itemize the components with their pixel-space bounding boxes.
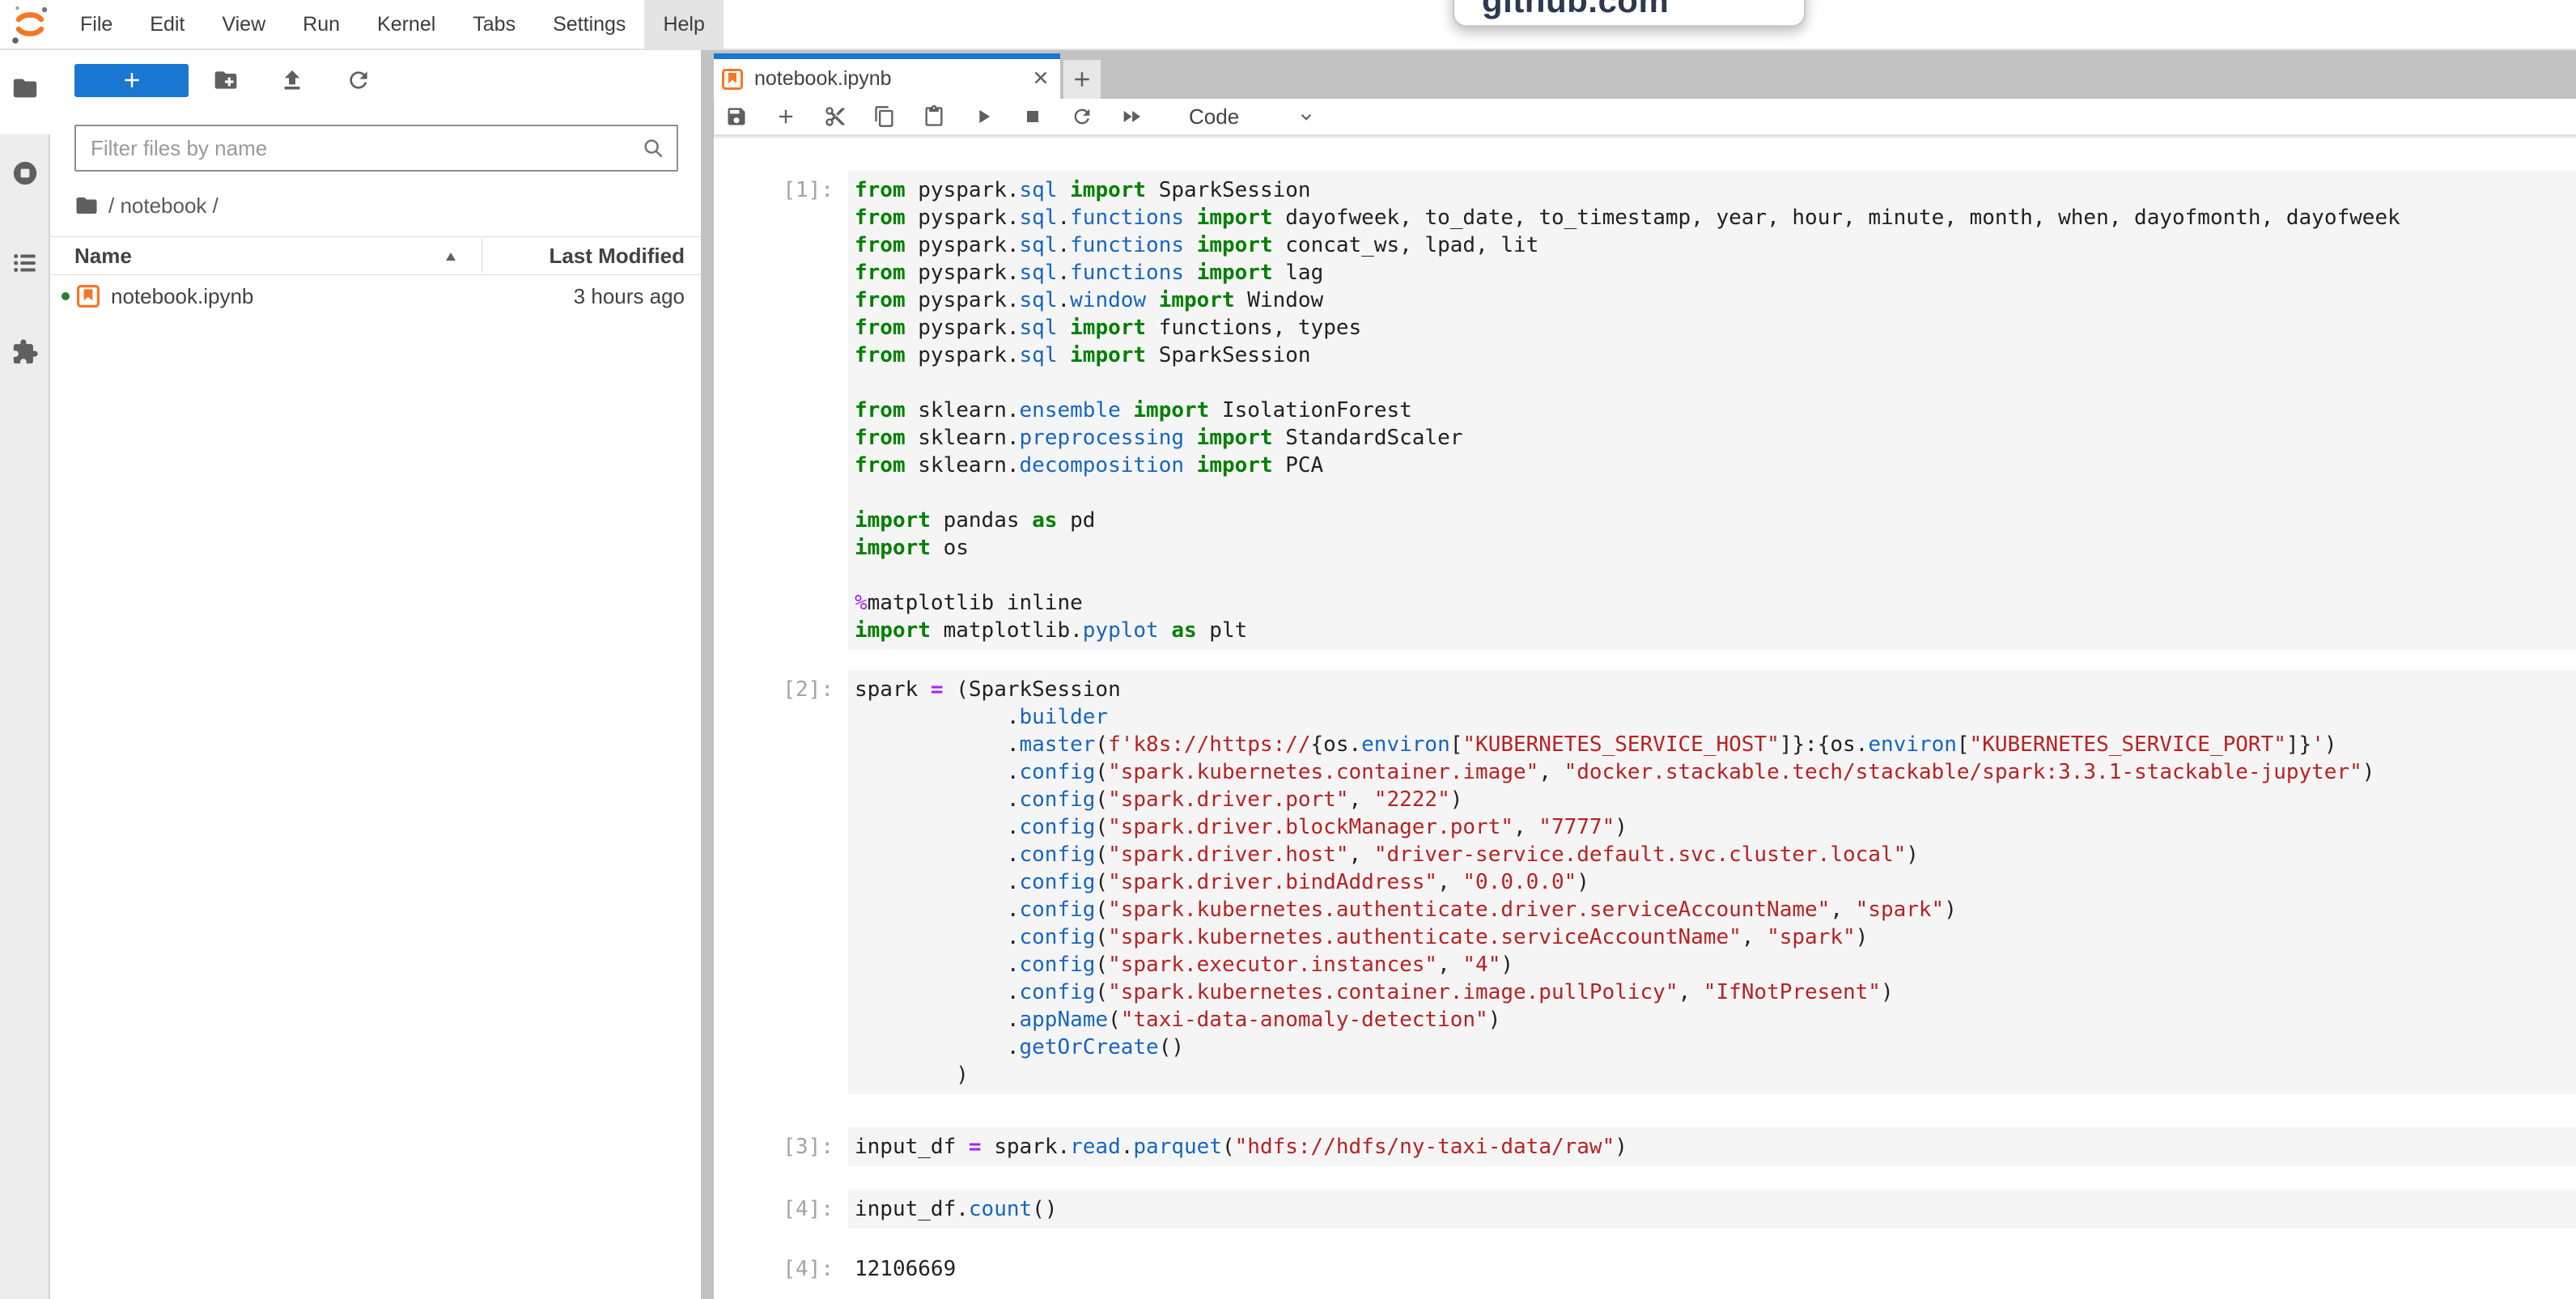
copy-icon xyxy=(873,105,896,128)
menu-item-file[interactable]: File xyxy=(62,0,131,49)
chevron-down-icon xyxy=(1296,106,1317,127)
cell-editor[interactable]: from pyspark.sql import SparkSession fro… xyxy=(848,171,2576,650)
notebook-panel: Code [1]:from pyspark.sql import SparkSe… xyxy=(714,99,2576,1299)
restart-run-all-button[interactable] xyxy=(1115,100,1148,133)
clipboard-icon xyxy=(923,105,945,128)
activity-sidebar xyxy=(0,50,50,1299)
menu-item-kernel[interactable]: Kernel xyxy=(359,0,454,49)
menu-item-run[interactable]: Run xyxy=(284,0,359,49)
file-name: notebook.ipynb xyxy=(111,284,253,309)
code-cell: [2]:spark = (SparkSession .builder .mast… xyxy=(714,670,2576,1094)
paste-cells-button[interactable] xyxy=(918,100,950,133)
menu-item-view[interactable]: View xyxy=(203,0,284,49)
search-icon xyxy=(641,136,665,160)
interrupt-kernel-button[interactable] xyxy=(1016,100,1049,133)
code-cell: [3]:input_df = spark.read.parquet("hdfs:… xyxy=(714,1127,2576,1166)
breadcrumb[interactable]: / notebook / xyxy=(74,191,701,220)
tab-notebook[interactable]: notebook.ipynb xyxy=(714,53,1060,99)
notebook-file-icon xyxy=(77,285,100,308)
stop-icon xyxy=(1021,105,1044,128)
cell-editor[interactable]: input_df.count() xyxy=(848,1190,2576,1229)
input-prompt: [2]: xyxy=(714,670,848,1094)
run-icon xyxy=(972,105,995,128)
code-cell: [1]:from pyspark.sql import SparkSession… xyxy=(714,171,2576,650)
menu-item-edit[interactable]: Edit xyxy=(131,0,203,49)
file-row-notebook[interactable]: notebook.ipynb 3 hours ago xyxy=(50,275,701,317)
new-tab-button[interactable] xyxy=(1063,60,1101,99)
jupyterlab-window: FileEditViewRunKernelTabsSettingsHelp gi… xyxy=(0,0,2576,1299)
filter-box xyxy=(74,125,678,172)
tab-bar: notebook.ipynb xyxy=(714,50,2576,99)
input-prompt: [4]: xyxy=(714,1190,848,1229)
new-launcher-button[interactable] xyxy=(74,64,189,97)
main-area: / notebook / Name Last Modified notebook… xyxy=(0,50,2576,1299)
input-prompt: [3]: xyxy=(714,1127,848,1166)
tab-close-button[interactable] xyxy=(1025,63,1057,96)
refresh-icon xyxy=(346,67,371,93)
restart-kernel-button[interactable] xyxy=(1066,100,1098,133)
new-folder-button[interactable] xyxy=(211,66,240,95)
jupyter-logo-icon xyxy=(10,2,50,46)
cell-type-dropdown[interactable]: Code xyxy=(1189,104,1317,129)
save-button[interactable] xyxy=(720,100,753,133)
notebook-toolbar: Code xyxy=(714,99,2576,136)
cut-cells-button[interactable] xyxy=(819,100,851,133)
cell-output-text: 12106669 xyxy=(848,1250,2576,1288)
home-folder-icon[interactable] xyxy=(74,193,99,218)
sort-ascending-icon xyxy=(443,250,458,263)
refresh-button[interactable] xyxy=(344,66,373,95)
cell-type-value: Code xyxy=(1189,104,1239,129)
breadcrumb-path: / notebook / xyxy=(108,193,219,219)
upload-button[interactable] xyxy=(278,66,307,95)
run-cell-button[interactable] xyxy=(967,100,999,133)
main-dock: notebook.ipynb xyxy=(714,50,2576,1299)
menu-item-settings[interactable]: Settings xyxy=(534,0,644,49)
menu-item-help[interactable]: Help xyxy=(644,0,723,49)
notebook-cells: [1]:from pyspark.sql import SparkSession… xyxy=(714,136,2576,1299)
plus-icon xyxy=(1070,67,1094,91)
cell-output-row: [4]:12106669 xyxy=(714,1250,2576,1288)
plus-icon xyxy=(774,105,797,128)
column-header-name[interactable]: Name xyxy=(74,244,132,269)
panel-splitter[interactable] xyxy=(701,50,714,1299)
file-browser-panel: / notebook / Name Last Modified notebook… xyxy=(50,50,701,1299)
copy-cells-button[interactable] xyxy=(868,100,901,133)
menu-items: FileEditViewRunKernelTabsSettingsHelp xyxy=(62,0,724,49)
running-sessions-icon[interactable] xyxy=(11,159,39,187)
restart-icon xyxy=(1071,105,1093,128)
table-of-contents-icon[interactable] xyxy=(11,249,39,277)
listing-header: Name Last Modified xyxy=(50,236,701,275)
filter-files-input[interactable] xyxy=(74,125,678,172)
scissors-icon xyxy=(824,105,847,128)
tab-label: notebook.ipynb xyxy=(754,67,1025,91)
cell-editor[interactable]: input_df = spark.read.parquet("hdfs://hd… xyxy=(848,1127,2576,1166)
file-browser-folder-icon[interactable] xyxy=(11,74,39,102)
kernel-running-dot xyxy=(62,292,70,300)
upload-icon xyxy=(279,67,305,93)
menu-bar: FileEditViewRunKernelTabsSettingsHelp xyxy=(0,0,2576,50)
permission-popup: github.com xyxy=(1453,0,1806,27)
column-header-modified[interactable]: Last Modified xyxy=(549,244,685,269)
save-icon xyxy=(725,105,748,128)
notebook-tab-icon xyxy=(722,69,743,90)
cell-editor[interactable]: spark = (SparkSession .builder .master(f… xyxy=(848,670,2576,1094)
new-folder-icon xyxy=(213,67,239,93)
code-cell: [4]:input_df.count() xyxy=(714,1190,2576,1229)
input-prompt: [1]: xyxy=(714,171,848,650)
file-modified: 3 hours ago xyxy=(574,284,685,309)
file-browser-toolbar xyxy=(74,63,701,97)
insert-cell-button[interactable] xyxy=(770,100,802,133)
popup-domain-text: github.com xyxy=(1482,0,1669,20)
close-icon xyxy=(1030,67,1051,88)
plus-icon xyxy=(120,68,144,92)
menu-item-tabs[interactable]: Tabs xyxy=(454,0,534,49)
extension-puzzle-icon[interactable] xyxy=(11,338,39,366)
output-prompt: [4]: xyxy=(714,1250,848,1288)
fast-forward-icon xyxy=(1120,105,1143,128)
